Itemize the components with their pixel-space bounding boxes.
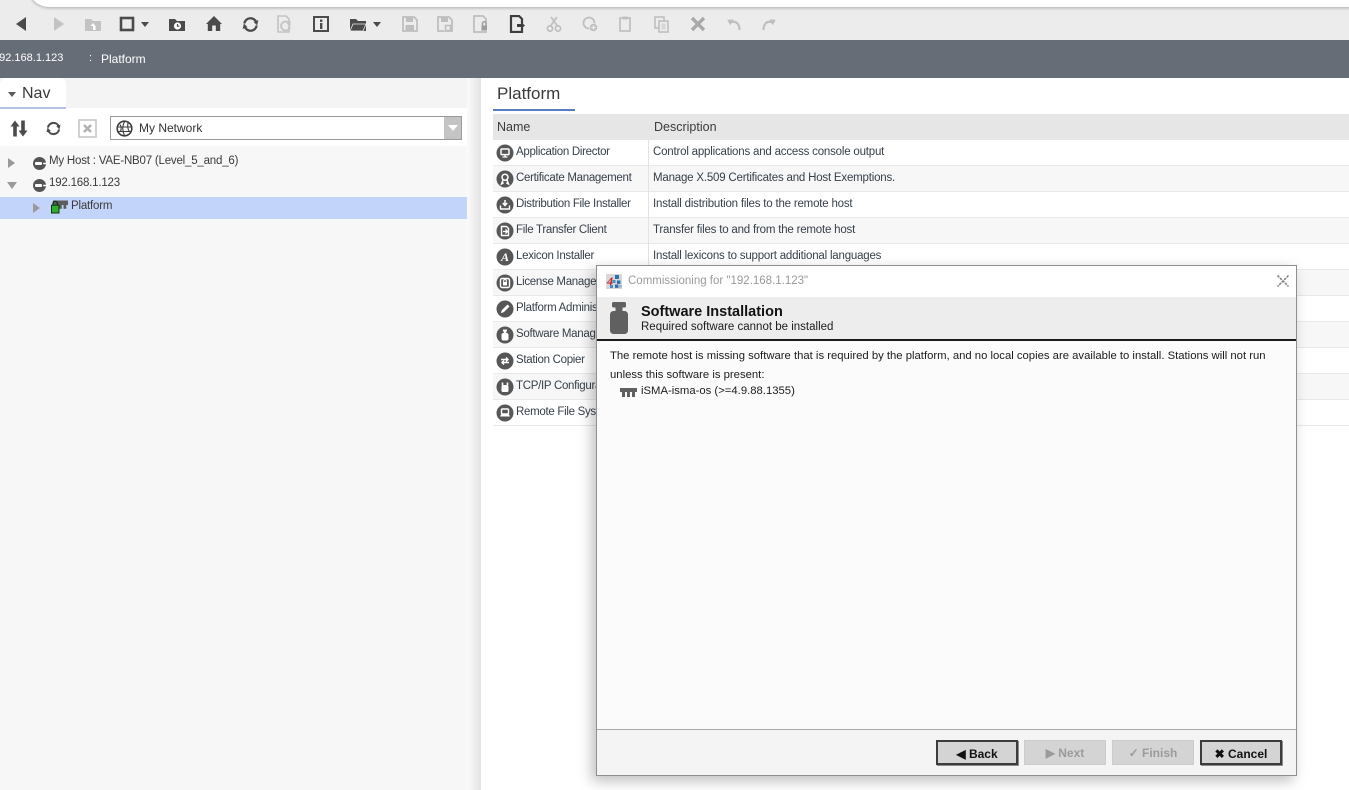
svg-text:A: A: [500, 250, 509, 264]
